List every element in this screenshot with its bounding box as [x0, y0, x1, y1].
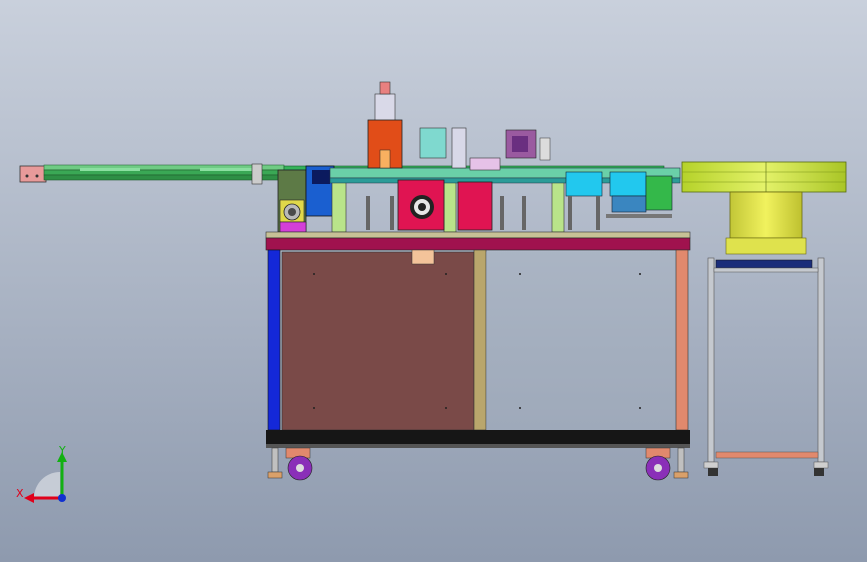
- caster-right: [645, 447, 689, 481]
- main-table: [265, 231, 691, 481]
- y-axis-label: Y: [58, 444, 66, 457]
- cad-viewport[interactable]: Y X: [0, 0, 867, 562]
- x-axis-label: X: [16, 487, 24, 500]
